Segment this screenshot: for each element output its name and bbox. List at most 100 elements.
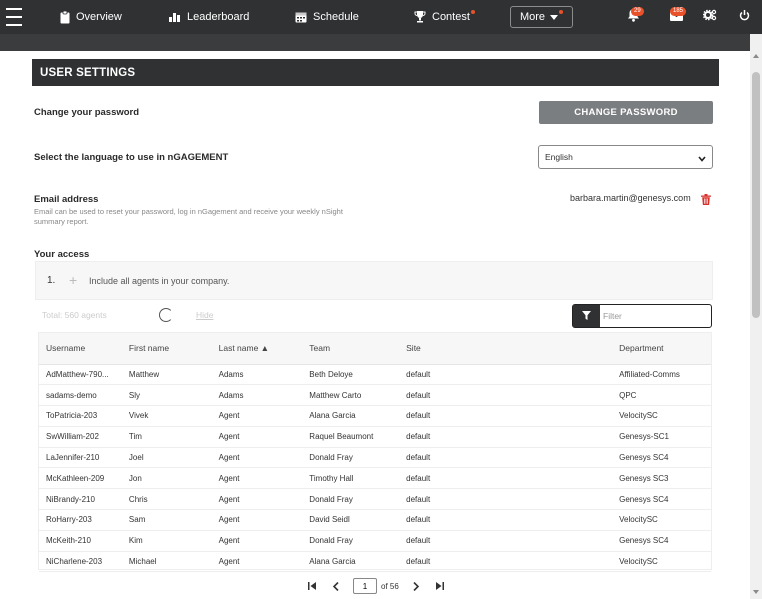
cell-last-name: Agent xyxy=(218,494,240,504)
table-row[interactable]: McKathleen-209 Jon Agent Timothy Hall defaul… xyxy=(39,468,711,489)
messages-button[interactable]: 185 xyxy=(667,0,687,34)
column-header-first-name[interactable]: First name xyxy=(121,333,212,365)
vertical-scrollbar[interactable] xyxy=(750,34,762,599)
next-page-button[interactable] xyxy=(409,579,423,593)
last-page-button[interactable] xyxy=(433,579,447,593)
email-help-text: Email can be used to reset your password… xyxy=(34,207,343,226)
cell-last-name: Agent xyxy=(218,536,240,546)
filter-button[interactable] xyxy=(573,305,600,327)
messages-badge: 185 xyxy=(670,7,687,16)
nav-contest[interactable]: Contest xyxy=(414,0,475,34)
notifications-button[interactable]: 29 xyxy=(624,0,644,34)
table-row[interactable]: NiCharlene-203 Michael Agent Alana Garcia de… xyxy=(39,551,711,572)
cell-department: Genesys-SC1 xyxy=(619,432,669,442)
bar-chart-icon xyxy=(169,12,181,22)
table-row[interactable]: SwWilliam-202 Tim Agent Raquel Beaumont defa… xyxy=(39,426,711,448)
cell-first-name: Jon xyxy=(128,473,142,483)
nav-leaderboard[interactable]: Leaderboard xyxy=(169,0,249,34)
access-rule-text: Include all agents in your company. xyxy=(89,276,230,286)
clipboard-icon xyxy=(60,10,70,24)
language-label: Select the language to use in nGAGEMENT xyxy=(34,152,229,163)
nav-schedule-label: Schedule xyxy=(313,11,359,23)
hamburger-icon xyxy=(6,8,22,10)
cell-last-name: Agent xyxy=(218,453,240,463)
nav-overview[interactable]: Overview xyxy=(60,0,122,34)
cell-site: default xyxy=(406,473,431,483)
cell-first-name: Sam xyxy=(128,515,146,525)
table-row[interactable]: sadams-demo Sly Adams Matthew Carto default Q… xyxy=(39,385,711,406)
cell-site: default xyxy=(406,536,431,546)
cell-first-name: Michael xyxy=(128,557,157,567)
more-dropdown-button[interactable]: More xyxy=(510,6,573,28)
cell-last-name: Agent xyxy=(218,473,240,483)
table-row[interactable]: AdMatthew-790... Matthew Adams Beth Deloye d… xyxy=(39,364,711,385)
cell-username: ToPatricia-203 xyxy=(46,411,98,421)
column-header-username[interactable]: Username xyxy=(39,333,122,365)
loading-spinner-icon xyxy=(159,308,173,322)
logout-button[interactable] xyxy=(737,0,751,34)
column-header-last-name[interactable]: Last name ▲ xyxy=(211,333,303,365)
access-label: Your access xyxy=(34,249,90,260)
column-header-team[interactable]: Team xyxy=(302,333,400,365)
cell-last-name: Agent xyxy=(218,432,240,442)
table-row[interactable]: RoHarry-203 Sam Agent David Seidl default Vel… xyxy=(39,510,711,531)
table-row[interactable]: LaJennifer-210 Joel Agent Donald Fray defaul… xyxy=(39,447,711,468)
cell-username: NiBrandy-210 xyxy=(46,494,95,504)
scrollbar-thumb[interactable] xyxy=(752,72,760,318)
cell-username: SwWilliam-202 xyxy=(46,432,99,442)
table-row[interactable]: NiBrandy-210 Chris Agent Donald Fray default… xyxy=(39,489,711,510)
cell-site: default xyxy=(406,390,431,400)
cell-last-name: Agent xyxy=(218,557,240,567)
settings-button[interactable] xyxy=(702,0,718,34)
plus-icon[interactable]: + xyxy=(69,272,77,288)
scroll-up-arrow[interactable] xyxy=(753,54,759,58)
more-label: More xyxy=(519,11,546,23)
cell-team: Donald Fray xyxy=(309,494,353,504)
page-number-input[interactable] xyxy=(353,578,377,594)
filter-control xyxy=(572,304,712,328)
email-label: Email address xyxy=(34,194,99,205)
nav-schedule[interactable]: Schedule xyxy=(295,0,359,34)
cell-username: LaJennifer-210 xyxy=(46,453,100,463)
gears-icon xyxy=(702,8,717,26)
change-password-label: Change your password xyxy=(34,107,140,118)
access-rule-number: 1. xyxy=(47,275,56,286)
calendar-icon xyxy=(295,11,307,23)
hide-link[interactable]: Hide xyxy=(196,310,213,320)
scroll-down-arrow[interactable] xyxy=(753,590,759,594)
cell-site: default xyxy=(406,432,431,442)
page-total-text: of 56 xyxy=(381,581,399,591)
cell-site: default xyxy=(406,494,431,504)
cell-first-name: Joel xyxy=(128,453,144,463)
filter-input[interactable] xyxy=(603,308,707,324)
funnel-icon xyxy=(582,307,591,325)
trash-icon[interactable] xyxy=(701,192,711,210)
menu-button[interactable] xyxy=(6,0,22,34)
caret-down-icon xyxy=(550,11,559,23)
cell-first-name: Kim xyxy=(128,536,143,546)
cell-first-name: Matthew xyxy=(128,369,160,379)
pagination: of 56 xyxy=(305,577,457,595)
prev-page-button[interactable] xyxy=(329,579,343,593)
contest-indicator-dot xyxy=(470,10,475,14)
cell-department: Genesys SC3 xyxy=(619,473,669,483)
column-header-department[interactable]: Department xyxy=(612,333,711,365)
sub-header-bar xyxy=(0,34,750,51)
column-header-site[interactable]: Site xyxy=(399,333,613,365)
trophy-icon xyxy=(414,11,426,23)
cell-team: Alana Garcia xyxy=(309,411,356,421)
cell-username: sadams-demo xyxy=(46,390,97,400)
table-row[interactable]: ToPatricia-203 Vivek Agent Alana Garcia defa… xyxy=(39,406,711,427)
settings-panel: USER SETTINGS Change your password CHANG… xyxy=(0,51,750,599)
notifications-badge: 29 xyxy=(631,7,644,16)
cell-username: McKathleen-209 xyxy=(46,473,105,483)
top-navigation-bar: Overview Leaderboard Schedule Contest Mo… xyxy=(0,0,762,34)
nav-contest-label: Contest xyxy=(432,11,470,23)
language-select[interactable]: English xyxy=(538,145,713,169)
change-password-button[interactable]: CHANGE PASSWORD xyxy=(539,101,713,124)
first-page-button[interactable] xyxy=(305,579,319,593)
cell-first-name: Tim xyxy=(128,432,142,442)
table-row[interactable]: McKeith-210 Kim Agent Donald Fray default Gen… xyxy=(39,530,711,552)
total-agents-text: Total: 560 agents xyxy=(42,310,107,320)
chevron-down-icon xyxy=(698,154,706,164)
